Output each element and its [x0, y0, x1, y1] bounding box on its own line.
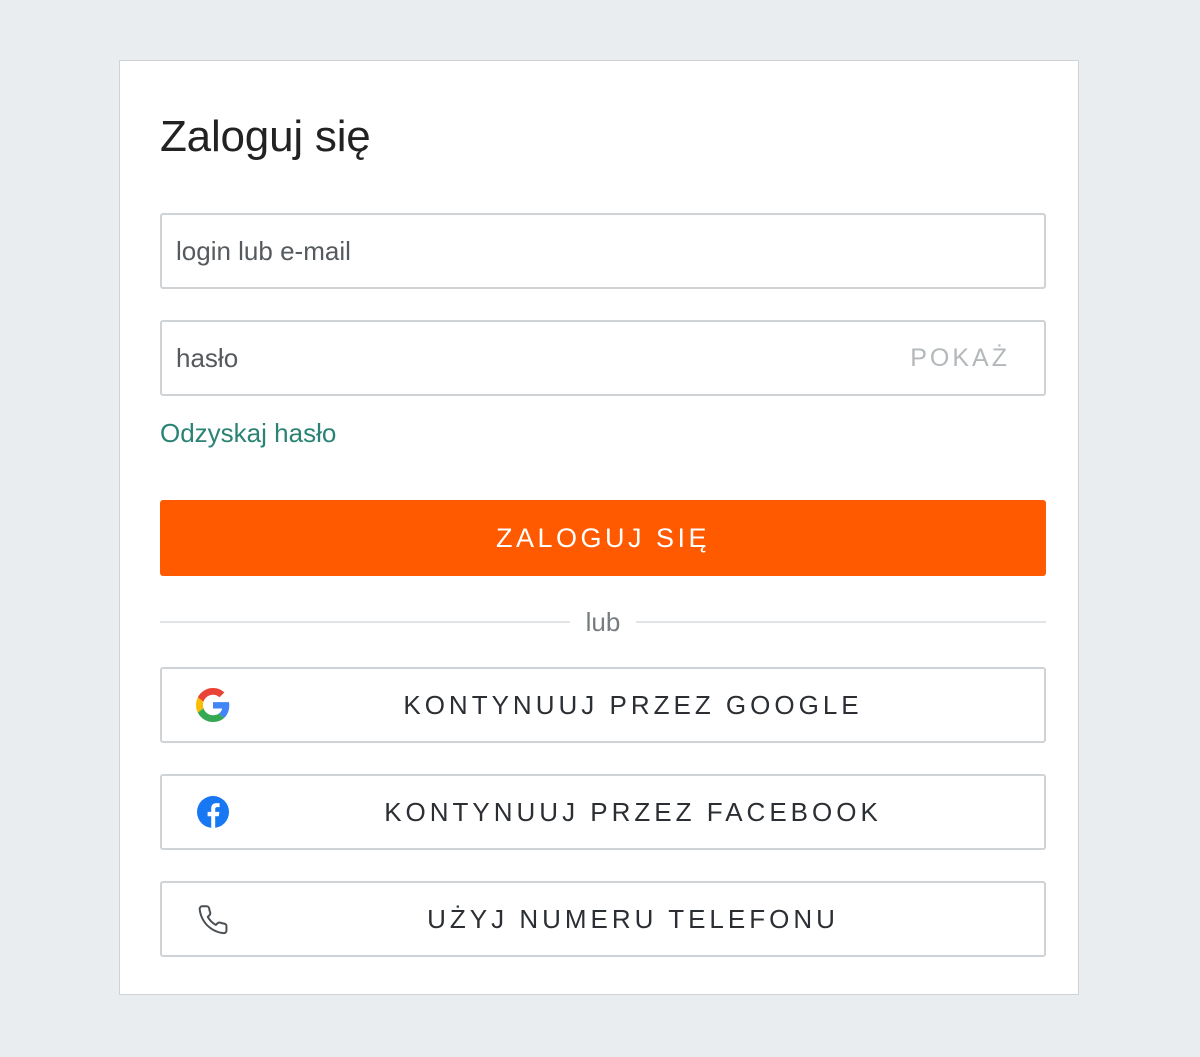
phone-login-button[interactable]: UŻYJ NUMERU TELEFONU: [160, 881, 1046, 957]
facebook-login-button[interactable]: KONTYNUUJ PRZEZ FACEBOOK: [160, 774, 1046, 850]
login-card: Zaloguj się POKAŻ Odzyskaj hasło ZALOGUJ…: [119, 60, 1079, 995]
login-submit-button[interactable]: ZALOGUJ SIĘ: [160, 500, 1046, 576]
divider-label: lub: [585, 606, 621, 637]
password-field[interactable]: POKAŻ: [160, 320, 1046, 396]
google-login-label: KONTYNUUJ PRZEZ GOOGLE: [403, 689, 863, 720]
divider-line-right: [636, 621, 1047, 623]
divider-line-left: [160, 621, 570, 623]
show-password-button[interactable]: POKAŻ: [910, 322, 1010, 394]
login-field[interactable]: [160, 213, 1046, 289]
recover-password-link[interactable]: Odzyskaj hasło: [160, 416, 336, 450]
phone-login-label: UŻYJ NUMERU TELEFONU: [427, 903, 839, 934]
login-input[interactable]: [162, 215, 1044, 287]
page-title: Zaloguj się: [160, 112, 371, 161]
facebook-login-label: KONTYNUUJ PRZEZ FACEBOOK: [384, 796, 882, 827]
google-login-button[interactable]: KONTYNUUJ PRZEZ GOOGLE: [160, 667, 1046, 743]
or-divider: lub: [160, 604, 1047, 640]
